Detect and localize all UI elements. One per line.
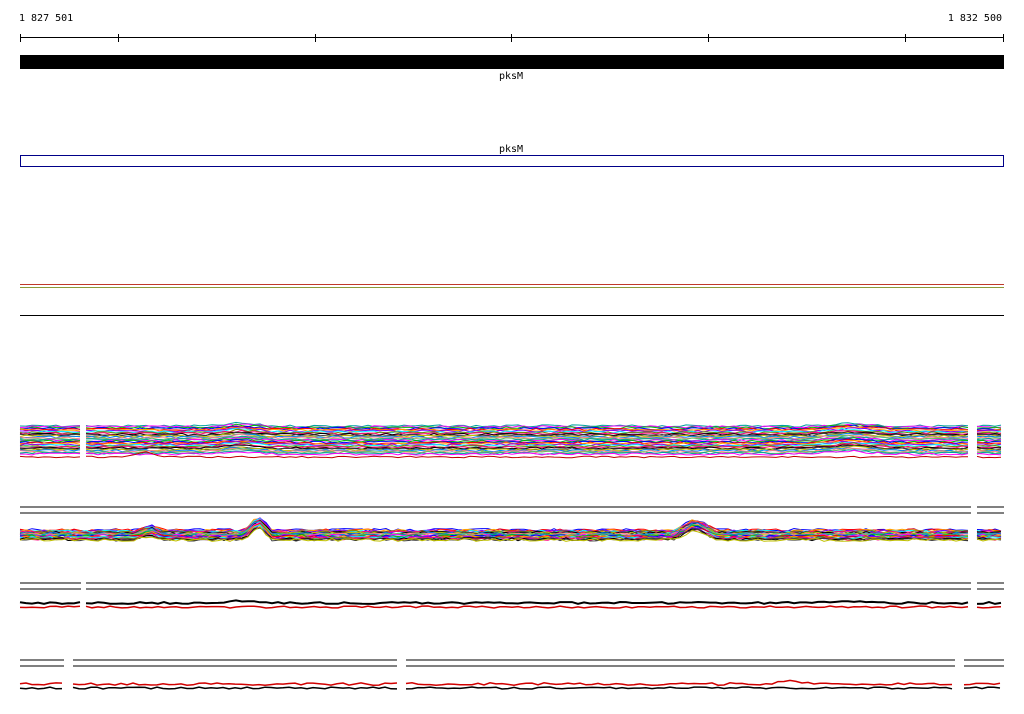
coverage-line — [963, 686, 1001, 690]
coverage-line — [85, 599, 969, 605]
coverage-line — [19, 682, 63, 686]
coverage-line — [976, 426, 1002, 429]
coverage-line — [976, 606, 1002, 609]
coverage-line — [72, 682, 398, 686]
coverage-line — [19, 601, 81, 605]
coverage-line — [19, 455, 81, 459]
coverage-line — [19, 686, 63, 690]
coverage-line — [72, 686, 398, 690]
coverage-line — [405, 686, 953, 690]
coverage-line — [405, 679, 953, 686]
coverage-line — [976, 455, 1002, 459]
coverage-line — [963, 682, 1001, 686]
coverage-line — [976, 600, 1002, 605]
coverage-tracks-canvas — [19, 421, 1004, 690]
coverage-line — [85, 605, 969, 609]
coverage-line — [19, 605, 81, 609]
